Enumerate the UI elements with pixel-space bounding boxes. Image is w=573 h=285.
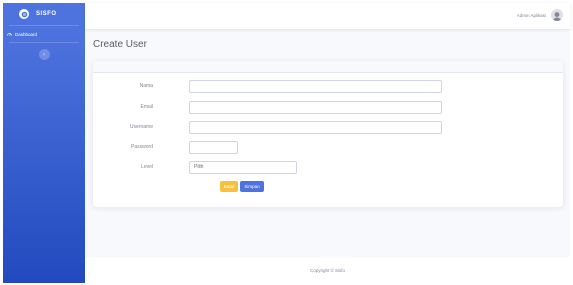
sidebar-item-dashboard[interactable]: Dashboard bbox=[3, 26, 85, 42]
password-input[interactable] bbox=[189, 141, 238, 154]
form-row-password: Password bbox=[93, 141, 563, 154]
form-row-level: Level Pilih bbox=[93, 161, 563, 174]
page-title: Create User bbox=[93, 39, 147, 50]
card-header bbox=[93, 61, 563, 73]
email-input[interactable] bbox=[189, 101, 442, 114]
sidebar-divider bbox=[9, 42, 79, 43]
form-row-email: Email bbox=[93, 101, 563, 114]
form-card: Nama Email Username Password Level Pilih… bbox=[93, 61, 563, 207]
user-name[interactable]: Admin Aplikasi bbox=[517, 13, 546, 18]
footer: Copyright © Sisfo bbox=[85, 257, 570, 283]
footer-copyright: Copyright © Sisfo bbox=[309, 268, 346, 273]
sidebar-item-label: Dashboard bbox=[15, 31, 38, 37]
nama-input[interactable] bbox=[189, 80, 442, 93]
topbar: Admin Aplikasi bbox=[85, 3, 570, 29]
nama-label: Nama bbox=[139, 83, 153, 89]
brand-name: SISFO bbox=[36, 11, 57, 17]
sidebar: SISFO Dashboard ‹ bbox=[3, 3, 85, 283]
content-area: Admin Aplikasi Create User Nama Email Us… bbox=[85, 3, 570, 283]
username-input[interactable] bbox=[189, 121, 442, 134]
email-label: Email bbox=[140, 104, 153, 110]
level-select[interactable]: Pilih bbox=[189, 161, 297, 174]
chevron-left-icon: ‹ bbox=[43, 51, 45, 58]
form-row-nama: Nama bbox=[93, 80, 563, 93]
avatar-icon[interactable] bbox=[551, 9, 563, 21]
username-label: Username bbox=[129, 124, 153, 130]
tachometer-icon bbox=[7, 32, 12, 37]
brand-logo-icon bbox=[19, 9, 29, 19]
password-label: Password bbox=[131, 144, 153, 150]
form-row-username: Username bbox=[93, 121, 563, 134]
cancel-button[interactable]: Batal bbox=[220, 181, 238, 192]
sidebar-brand[interactable]: SISFO bbox=[3, 3, 85, 25]
level-label: Level bbox=[141, 164, 153, 170]
save-button[interactable]: Simpan bbox=[240, 181, 264, 192]
sidebar-toggle-button[interactable]: ‹ bbox=[38, 49, 50, 60]
form-actions: Batal Simpan bbox=[220, 181, 264, 192]
